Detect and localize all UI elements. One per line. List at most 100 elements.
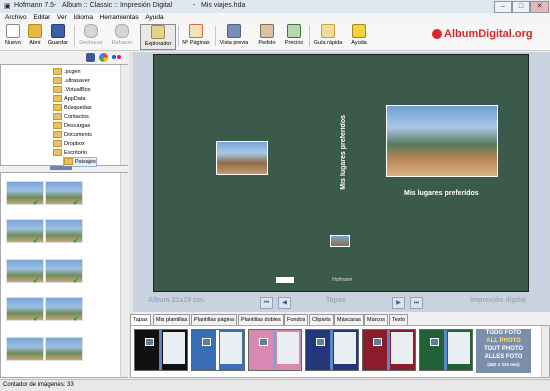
album-canvas[interactable]: Hofmann Mis lugares preferidos Mis lugar…: [153, 54, 529, 292]
tree-item[interactable]: Búsquedas: [53, 104, 92, 112]
contacts-folder-icon: [53, 113, 62, 121]
folder-icon: [53, 131, 62, 139]
preview-button[interactable]: Vista previa: [218, 24, 250, 48]
tree-item[interactable]: Documents: [53, 131, 92, 139]
template-tile[interactable]: [305, 329, 359, 371]
tab-marcos[interactable]: Marcos: [364, 314, 389, 325]
tree-item[interactable]: Descargas: [53, 122, 90, 130]
promo-banner[interactable]: TODO FOTO ALL PHOTO TOUT PHOTO ALLES FOT…: [476, 329, 531, 373]
minimize-button[interactable]: –: [494, 1, 512, 13]
template-band: [159, 330, 162, 370]
resource-tabs: Tapas Mis plantillas Plantillas página P…: [130, 314, 550, 326]
explorer-folder-icon: [151, 25, 165, 39]
window-title-sep: -: [54, 2, 57, 9]
folder-icon: [53, 95, 62, 103]
image-thumbnails: ✔ ✔ ✔ ✔ ✔ ✔ ✔ ✔: [0, 172, 128, 378]
tree-item[interactable]: .pcgen: [53, 68, 81, 76]
template-tile[interactable]: [134, 329, 188, 371]
toolbar: Nuevo Abrir Guardar Deshacer Rehacer Exp…: [0, 23, 550, 51]
undo-button[interactable]: Deshacer: [77, 24, 105, 48]
flickr-pink-dot-icon[interactable]: [117, 55, 121, 59]
folder-icon: [53, 68, 62, 76]
menu-idioma[interactable]: Idioma: [73, 13, 93, 23]
album-size-label: Album 21x29 cm.: [148, 297, 206, 304]
template-tile[interactable]: [419, 329, 473, 371]
template-band: [387, 330, 390, 370]
menu-archivo[interactable]: Archivo: [5, 13, 27, 23]
quick-guide-button[interactable]: Guía rápida: [312, 24, 344, 48]
folder-tree: .pcgen .ultrasaver .VirtualBox AppData B…: [0, 64, 128, 167]
folder-icon: [53, 104, 62, 112]
menu-ver[interactable]: Ver: [57, 13, 67, 23]
redo-button[interactable]: Rehacer: [108, 24, 136, 48]
folder-icon: [53, 149, 62, 157]
splitter-handle[interactable]: [50, 166, 72, 170]
pages-button[interactable]: Nº Páginas: [180, 24, 212, 48]
tree-item[interactable]: .VirtualBox: [53, 86, 91, 94]
cart-icon: [260, 24, 274, 38]
tab-mis-plantillas[interactable]: Mis plantillas: [153, 314, 191, 325]
template-tile[interactable]: [191, 329, 245, 371]
undo-arrow-icon: [84, 24, 98, 38]
tree-item[interactable]: .ultrasaver: [53, 77, 90, 85]
prev-page-button[interactable]: ◀: [278, 297, 291, 309]
thumbnail[interactable]: [6, 337, 44, 361]
tab-plantillas-pagina[interactable]: Plantillas página: [191, 314, 238, 325]
order-button[interactable]: Pedido: [255, 24, 279, 48]
maximize-button[interactable]: □: [512, 1, 530, 13]
menu-ayuda[interactable]: Ayuda: [145, 13, 163, 23]
menu-editar[interactable]: Editar: [33, 13, 50, 23]
tree-item[interactable]: Escritorio: [53, 149, 87, 157]
templates-scrollbar[interactable]: [541, 326, 549, 377]
toolbar-separator: [215, 26, 216, 46]
last-page-button[interactable]: ⏭: [410, 297, 423, 309]
window-title-app: Hofmann 7.5: [14, 2, 55, 9]
spread-navigation: Album 21x29 cm. ⏮ ◀ Tapas ▶ ⏭ Impresión …: [140, 297, 540, 309]
cover-photo-main[interactable]: [386, 105, 498, 177]
menu-herramientas[interactable]: Herramientas: [100, 13, 139, 23]
first-page-button[interactable]: ⏮: [260, 297, 273, 309]
thumbnail[interactable]: [45, 337, 83, 361]
cover-templates: TODO FOTO ALL PHOTO TOUT PHOTO ALLES FOT…: [130, 325, 550, 378]
prices-button[interactable]: Precios: [283, 24, 305, 48]
back-cover-photo[interactable]: [330, 235, 350, 247]
spine-title[interactable]: Mis lugares preferidos: [340, 115, 347, 190]
flickr-blue-dot-icon[interactable]: [112, 55, 116, 59]
tab-mascaras[interactable]: Máscaras: [334, 314, 364, 325]
next-page-button[interactable]: ▶: [392, 297, 405, 309]
pages-icon: [189, 24, 203, 38]
checkmark-icon: ✔: [73, 200, 79, 207]
tab-cliparts[interactable]: Cliparts: [309, 314, 334, 325]
explorer-button[interactable]: Explorador: [140, 24, 176, 50]
tree-item[interactable]: Dropbox: [53, 140, 85, 148]
tab-fondos[interactable]: Fondos: [284, 314, 309, 325]
floppy-disk-icon: [51, 24, 65, 38]
toolbar-separator: [309, 26, 310, 46]
close-button[interactable]: ✕: [530, 1, 549, 13]
picasa-icon[interactable]: [99, 53, 108, 62]
cover-title[interactable]: Mis lugares preferidos: [404, 190, 479, 197]
save-button[interactable]: Guardar: [46, 24, 70, 48]
template-tile[interactable]: [362, 329, 416, 371]
checkmark-icon: ✔: [73, 278, 79, 285]
help-button[interactable]: Ayuda: [348, 24, 370, 48]
preview-icon: [227, 24, 241, 38]
new-button[interactable]: Nuevo: [2, 24, 24, 48]
cover-photo-left[interactable]: [216, 141, 268, 175]
tab-plantillas-dobles[interactable]: Plantillas dobles: [238, 314, 284, 325]
tree-item[interactable]: AppData: [53, 95, 85, 103]
checkmark-icon: ✔: [73, 316, 79, 323]
image-counter: Contador de imágenes: 33: [3, 382, 74, 388]
brand-logo[interactable]: AlbumDigital.org: [444, 28, 533, 40]
tab-texto[interactable]: Texto: [389, 314, 409, 325]
current-page-label: Tapas: [326, 297, 346, 304]
facebook-icon[interactable]: [86, 53, 95, 62]
tree-item[interactable]: Contactos: [53, 113, 89, 121]
redo-arrow-icon: [115, 24, 129, 38]
tree-scrollbar[interactable]: [120, 65, 128, 165]
toolbar-separator: [178, 26, 179, 46]
template-tile[interactable]: [248, 329, 302, 371]
guide-icon: [321, 24, 335, 38]
open-button[interactable]: Abrir: [25, 24, 45, 48]
thumbnails-scrollbar[interactable]: [120, 173, 128, 377]
